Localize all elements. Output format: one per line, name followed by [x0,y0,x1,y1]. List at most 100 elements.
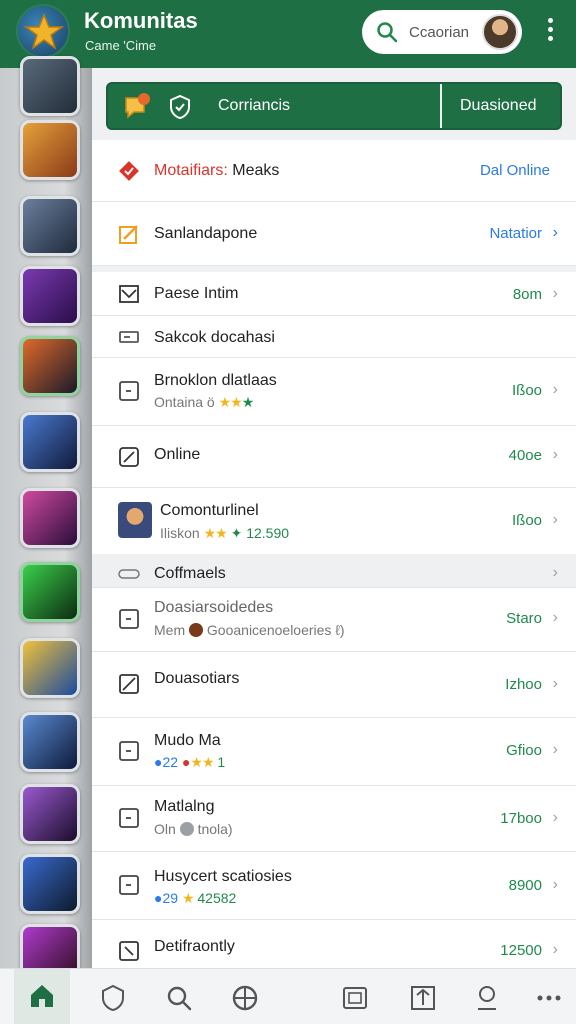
edit-icon [119,674,139,694]
game-tile[interactable] [20,336,80,396]
game-tile[interactable] [20,784,80,844]
duasioned-button[interactable]: Duasioned [460,97,537,115]
game-tile[interactable] [20,266,80,326]
row-subtitle: ●22 ●★★ 1 [154,754,226,770]
row-subtitle: Ontaina ö ★★★ [154,394,255,410]
row-value: 17boo [500,810,542,827]
chevron-right-icon: › [552,381,558,398]
list-item[interactable]: Paese Intim 8om › [92,272,576,316]
row-title: Brnoklon dlatlaas [154,372,277,389]
chevron-right-icon: › [552,511,558,528]
square-icon [119,741,139,761]
edit-icon [119,941,139,961]
game-tile[interactable] [20,562,80,622]
edit-box-icon [119,225,138,244]
search-input[interactable]: Ccaorian [409,24,469,41]
row-title: Matlalng [154,798,215,815]
card-icon [119,331,139,343]
list-item[interactable]: Brnoklon dlatlaas Ontaina ö ★★★ Ißoo › [92,358,576,426]
game-tile[interactable] [20,488,80,548]
row-title: Mudo Ma [154,732,221,749]
alert-diamond-icon [119,161,139,181]
list-item[interactable]: Online 40oe › [92,426,576,488]
row-title: Online [154,446,201,463]
game-tile[interactable] [20,196,80,256]
online-link[interactable]: Dal Online [480,162,550,179]
list-item[interactable]: Matlalng Oln tnola) 17boo › [92,786,576,852]
app-subtitle: Came 'Cime [85,38,157,53]
bottom-navigation [0,968,576,1024]
row-subtitle: Oln tnola) [154,821,233,837]
row-title: Douasotiars [154,670,240,687]
game-tile[interactable] [20,412,80,472]
globe-icon[interactable] [230,983,260,1013]
chevron-right-icon: › [552,609,558,626]
gallery-icon[interactable] [340,983,370,1013]
game-tile[interactable] [20,854,80,914]
row-subtitle: Mem Gooanicenoeloeries ℓ) [154,622,345,638]
more-icon[interactable] [534,983,564,1013]
square-icon [119,808,139,828]
shield-icon[interactable] [98,983,128,1013]
chevron-right-icon: › [552,809,558,826]
list-item[interactable]: Comonturlinel Iliskon ★★ ✦ 12.590 Ißoo › [92,488,576,554]
app-title: Komunitas [84,8,198,33]
game-tile[interactable] [20,120,80,180]
game-tile[interactable] [20,638,80,698]
home-icon [31,985,53,1007]
corriancis-button[interactable]: Corriancis [108,84,440,128]
row-title: Paese Intim [154,285,239,302]
section-header[interactable]: Coffmaels › [92,560,576,588]
list-item[interactable]: Mudo Ma ●22 ●★★ 1 Gfioo › [92,718,576,786]
list-item[interactable]: Sanlandapone Natatior › [92,202,576,266]
divider [440,84,442,128]
kebab-menu-icon[interactable] [540,18,560,48]
row-title: Detifraontly [154,938,235,955]
row-value: 40oe [508,447,542,464]
chevron-right-icon: › [552,224,558,241]
game-sidebar [0,56,92,984]
nav-home[interactable] [14,969,70,1024]
profile-icon[interactable] [472,983,502,1013]
chevron-right-icon: › [552,675,558,692]
toggle-icon [118,569,140,579]
app-logo[interactable] [16,4,70,58]
row-subtitle: ●29 ★ 42582 [154,890,237,906]
chevron-right-icon: › [552,285,558,302]
image-icon [119,285,139,303]
game-tile[interactable] [20,712,80,772]
list-item[interactable]: Motaifiars: Meaks Dal Online [92,140,576,202]
corriancis-label: Corriancis [218,97,291,114]
chevron-right-icon: › [552,564,558,581]
row-subtitle: Iliskon ★★ ✦ 12.590 [160,525,290,541]
section-title: Coffmaels [154,565,226,582]
sort-value[interactable]: Natatior [489,225,542,242]
search-box[interactable]: Ccaorian [362,10,522,54]
user-avatar[interactable] [482,14,518,50]
user-avatar [118,502,152,538]
chat-icon [125,93,150,119]
row-title: Husycert scatiosies [154,868,292,885]
edit-icon [119,447,139,467]
shield-check-icon [170,94,190,120]
list-item[interactable]: Douasotiars Izhoo › [92,652,576,718]
main-content: Corriancis Duasioned Motaifiars: Meaks D… [92,68,576,968]
row-title: Comonturlinel [160,502,259,519]
square-icon [119,381,139,401]
list-item[interactable]: Doasiarsoidedes Mem Gooanicenoeloeries ℓ… [92,588,576,652]
chevron-right-icon: › [552,941,558,958]
top-action-bar: Corriancis Duasioned [106,82,562,130]
row-value: Izhoo [505,676,542,693]
square-icon [119,875,139,895]
upload-icon[interactable] [408,983,438,1013]
row-value: Staro [506,610,542,627]
list-item[interactable]: Sakcok docahasi [92,316,576,358]
chevron-right-icon: › [552,741,558,758]
list-item[interactable]: Detifraontly 12500 › [92,920,576,968]
game-tile[interactable] [20,56,80,116]
row-value: 8om [512,286,542,303]
search-nav-icon[interactable] [164,983,194,1013]
star-logo-icon [24,13,64,50]
list-item[interactable]: Husycert scatiosies ●29 ★ 42582 8900 › [92,852,576,920]
row-value: 8900 [508,877,542,894]
